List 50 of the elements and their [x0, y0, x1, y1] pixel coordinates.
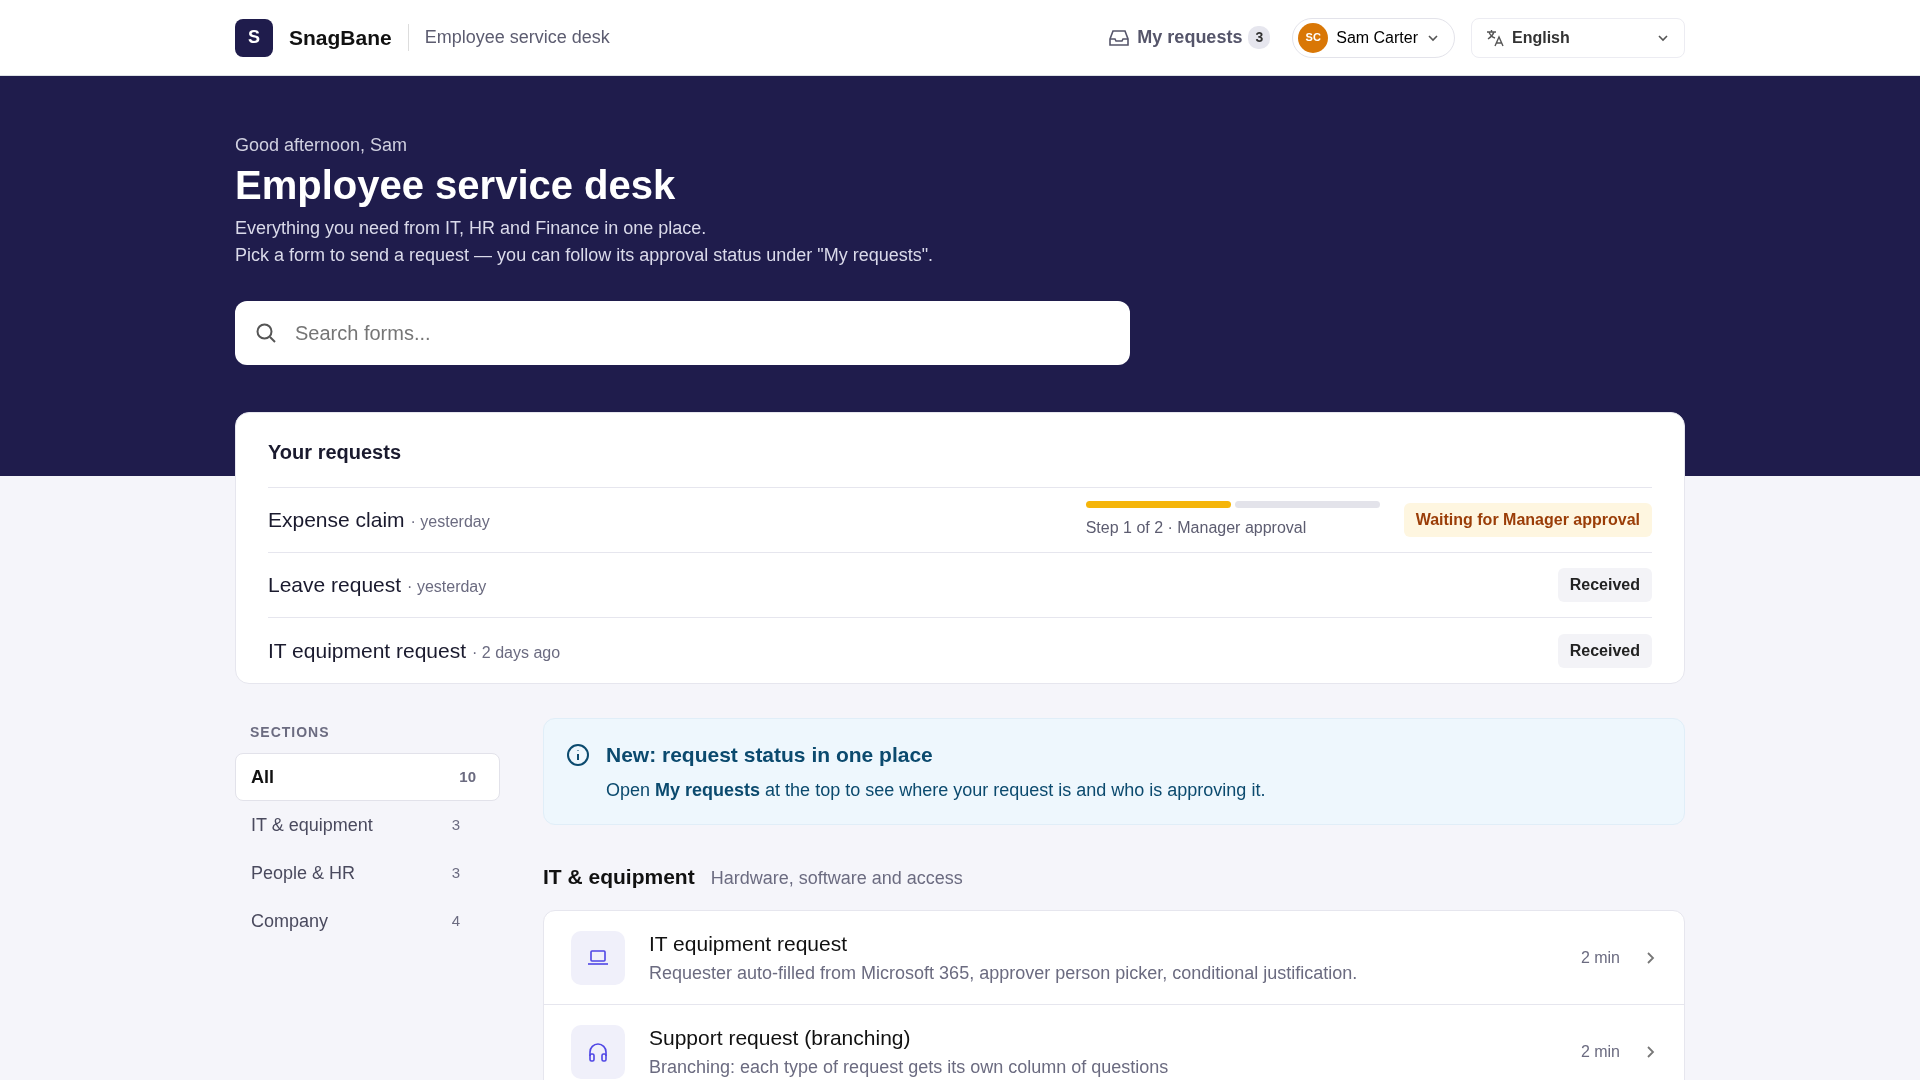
section-subtitle: Hardware, software and access: [710, 866, 963, 890]
sidebar-item[interactable]: Company 4: [235, 897, 500, 945]
form-description: Branching: each type of request gets its own column of questions: [649, 1055, 1170, 1079]
page-title: Employee service desk: [235, 162, 677, 209]
status-badge: Received: [1557, 568, 1652, 602]
chevron-right-icon: [1644, 1043, 1656, 1060]
item-count: 10: [459, 766, 476, 787]
search-icon: [255, 322, 277, 344]
my-requests-link[interactable]: My requests 3: [1103, 23, 1277, 52]
step-text: Step 1 of 2 · Manager approval: [1085, 517, 1308, 538]
headphones-icon: [587, 1040, 609, 1063]
sidebar-item[interactable]: IT & equipment 3: [235, 801, 500, 849]
request-name[interactable]: Expense claim: [268, 504, 405, 536]
greeting: Good afternoon, Sam: [235, 134, 409, 157]
request-name[interactable]: IT equipment request: [268, 634, 467, 667]
form-title[interactable]: Support request (branching): [649, 1022, 1557, 1054]
info-icon: [566, 743, 590, 767]
request-time: · 2 days ago: [472, 642, 561, 663]
request-time: · yesterday: [410, 512, 490, 533]
sidebar-heading: SECTIONS: [249, 723, 331, 742]
item-count: 3: [451, 862, 460, 883]
language-select[interactable]: English: [1471, 17, 1685, 58]
card-title: Your requests: [268, 413, 1652, 488]
banner-title: New: request status in one place: [606, 742, 934, 768]
count-badge: 3: [1248, 26, 1271, 49]
inbox-icon: [1109, 28, 1130, 47]
form-duration: 2 min: [1580, 1041, 1620, 1062]
chevron-right-icon: [1644, 949, 1656, 966]
status-badge: Waiting for Manager approval: [1403, 503, 1652, 537]
form-description: Requester auto-filled from Microsoft 365, approver person picker, conditional justification.: [649, 961, 1359, 985]
hero-text: Pick a form to send a request — you can follow its approval status under "My requests".: [235, 244, 935, 267]
item-count: 3: [451, 814, 460, 835]
status-badge: Received: [1557, 633, 1652, 668]
app-subtitle: Employee service desk: [407, 24, 610, 51]
item-count: 4: [451, 910, 460, 931]
banner-text: Open My requests at the top to see where your request is and who is approving it.: [606, 778, 1266, 802]
request-name[interactable]: Leave request: [268, 569, 402, 601]
translate-icon: [1486, 28, 1504, 47]
form-title[interactable]: IT equipment request: [649, 928, 1557, 960]
hero-text: Everything you need from IT, HR and Finance in one place.: [235, 217, 708, 240]
logo: S: [235, 18, 273, 57]
user-menu-button[interactable]: SC Sam Carter: [1292, 17, 1455, 58]
request-time: · yesterday: [407, 577, 487, 598]
avatar: SC: [1298, 22, 1329, 53]
sidebar-item[interactable]: All 10: [235, 753, 500, 801]
form-duration: 2 min: [1580, 947, 1620, 968]
section-title: IT & equipment: [543, 863, 695, 890]
sidebar-item[interactable]: People & HR 3: [235, 849, 500, 897]
brand-name: SnagBane: [289, 24, 392, 51]
laptop-icon: [587, 948, 609, 967]
